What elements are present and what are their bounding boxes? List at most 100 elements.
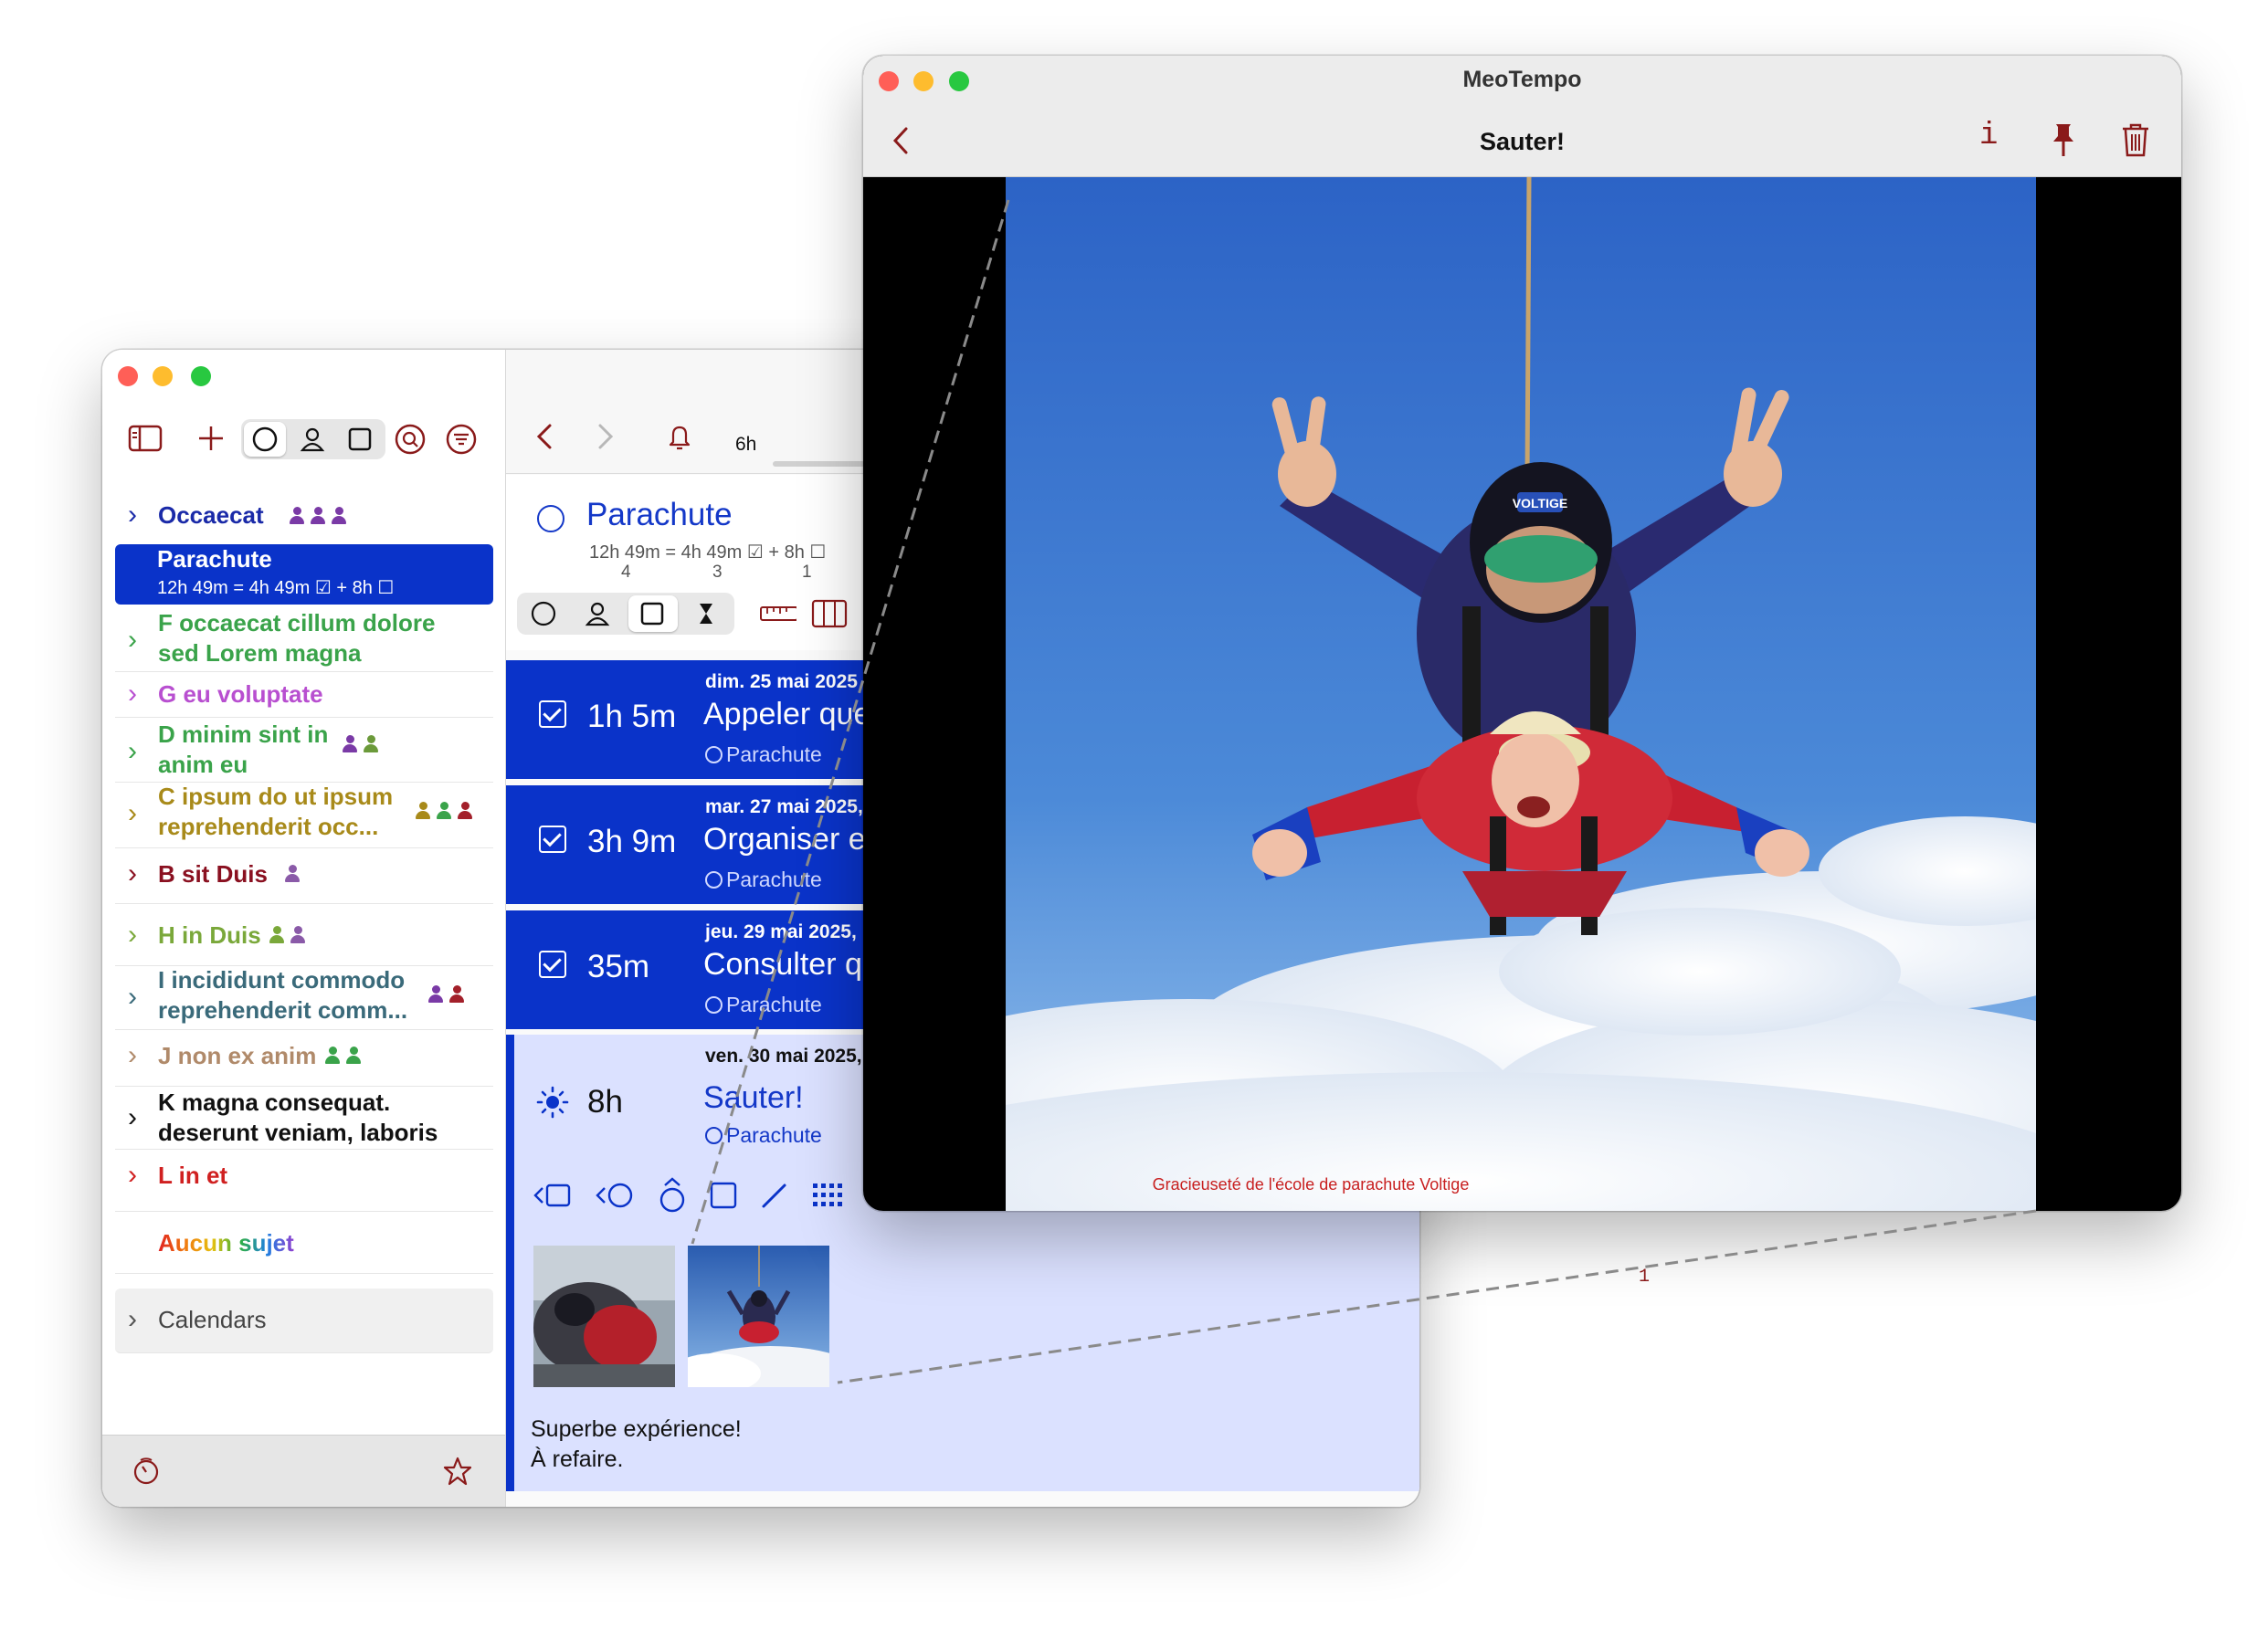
people-icons: [324, 1047, 362, 1065]
sidebar-item-f[interactable]: › F occaecat cillum dolore sed Lorem mag…: [115, 608, 493, 672]
columns-icon[interactable]: [811, 595, 848, 632]
info-button[interactable]: i: [1979, 119, 1998, 153]
chevron-right-icon[interactable]: ›: [128, 738, 137, 765]
connector-label: 1: [1639, 1267, 1650, 1288]
chevron-right-icon[interactable]: ›: [128, 501, 137, 529]
sidebar-item-d[interactable]: › D minim sint in anim eu: [115, 720, 493, 783]
sidebar-item-label-2: anim eu: [158, 751, 248, 778]
hourglass-icon[interactable]: [688, 595, 724, 632]
timer-icon[interactable]: [128, 1453, 164, 1489]
project-ring-icon: [705, 871, 723, 889]
circle-icon[interactable]: [525, 595, 562, 632]
sidebar-item-label-2: reprehenderit comm...: [158, 996, 408, 1024]
project-ring-icon: [705, 996, 723, 1014]
task-checkbox[interactable]: [539, 951, 566, 978]
sidebar-item-parachute[interactable]: Parachute 12h 49m = 4h 49m ☑ + 8h ☐: [115, 544, 493, 605]
task-project-label: Parachute: [726, 868, 822, 891]
task-date: mar. 27 mai 2025,: [705, 796, 863, 817]
chevron-right-icon[interactable]: ›: [128, 1306, 137, 1333]
sidebar-item-l[interactable]: › L in et: [115, 1149, 493, 1212]
person-icon: [415, 802, 431, 820]
view-segmented-control: [241, 419, 385, 459]
bell-icon[interactable]: [661, 418, 698, 455]
ruler-icon[interactable]: [760, 595, 796, 632]
zoom-window-button[interactable]: [191, 366, 211, 386]
forward-chevron-icon[interactable]: [587, 418, 624, 455]
task-date: ven. 30 mai 2025,: [705, 1046, 862, 1067]
trash-icon[interactable]: [2117, 121, 2154, 158]
back-chevron-icon[interactable]: [526, 418, 563, 455]
sidebar-item-h[interactable]: › H in Duis: [115, 909, 493, 966]
pencil-icon[interactable]: [759, 1180, 790, 1211]
task-project-label: Parachute: [726, 993, 822, 1016]
photo-image: VOLTIGE: [1006, 177, 2036, 1211]
sidebar-item-occaecat[interactable]: › Occaecat: [115, 494, 493, 540]
search-icon[interactable]: [392, 421, 428, 458]
add-icon[interactable]: [193, 420, 229, 457]
photo-nav-bar: Sauter! i: [863, 108, 2181, 177]
task-checkbox[interactable]: [539, 826, 566, 853]
photo-thumbnail-1[interactable]: [533, 1246, 675, 1387]
minimize-window-button[interactable]: [153, 366, 173, 386]
sidebar-item-label: K magna consequat.: [158, 1089, 391, 1116]
star-icon[interactable]: [439, 1453, 476, 1489]
chevron-right-icon[interactable]: ›: [128, 1162, 137, 1189]
task-project: Parachute: [705, 868, 822, 892]
photo-credit: Gracieuseté de l'école de parachute Volt…: [1152, 1175, 1470, 1194]
move-left-box-icon[interactable]: [533, 1181, 575, 1210]
type-segmented-control: [517, 593, 734, 635]
chevron-right-icon[interactable]: ›: [128, 680, 137, 708]
person-icon: [457, 802, 473, 820]
chevron-right-icon[interactable]: ›: [128, 860, 137, 888]
sidebar: › Occaecat Parachute 12h 49m = 4h 49m ☑ …: [102, 350, 506, 1507]
person-icon[interactable]: [579, 595, 616, 632]
chevron-right-icon[interactable]: ›: [128, 1104, 137, 1131]
task-duration: 1h 5m: [587, 699, 677, 734]
sidebar-item-label: Calendars: [158, 1306, 267, 1333]
people-icons: [415, 802, 473, 820]
pin-icon[interactable]: [2045, 121, 2082, 158]
sidebar-item-j[interactable]: › J non ex anim: [115, 1029, 493, 1087]
project-count-2: 3: [712, 563, 723, 582]
chevron-right-icon[interactable]: ›: [128, 984, 137, 1011]
chevron-right-icon[interactable]: ›: [128, 1042, 137, 1069]
move-left-circle-icon[interactable]: [595, 1181, 637, 1210]
sidebar-item-label-2: reprehenderit occ...: [158, 813, 379, 840]
sidebar-item-g[interactable]: › G eu voluptate: [115, 671, 493, 718]
square-icon[interactable]: [342, 421, 378, 458]
sidebar-item-sublabel: 12h 49m = 4h 49m ☑ + 8h ☐: [157, 578, 395, 598]
square-icon: [634, 595, 670, 632]
move-up-circle-icon[interactable]: [657, 1177, 688, 1214]
person-icon: [345, 1047, 362, 1065]
sidebar-item-label: F occaecat cillum dolore: [158, 609, 436, 636]
sidebar-item-calendars[interactable]: › Calendars: [115, 1289, 493, 1353]
sidebar-item-label: G eu voluptate: [158, 680, 323, 708]
filter-icon[interactable]: [443, 421, 480, 458]
project-status-circle[interactable]: [537, 505, 564, 532]
chevron-right-icon[interactable]: ›: [128, 921, 137, 949]
sidebar-item-i[interactable]: › I incididunt commodo reprehenderit com…: [115, 965, 493, 1030]
sidebar-item-label: D minim sint in: [158, 721, 329, 748]
sidebar-toggle-icon[interactable]: [127, 420, 164, 457]
grid-icon[interactable]: [810, 1180, 845, 1211]
task-project-label: Parachute: [726, 742, 822, 766]
chevron-right-icon[interactable]: ›: [128, 800, 137, 827]
chevron-right-icon[interactable]: ›: [128, 626, 137, 654]
square-outline-icon[interactable]: [708, 1180, 739, 1211]
task-title: Organiser et: [703, 822, 875, 857]
photo-thumbnail-2[interactable]: [688, 1246, 829, 1387]
person-icon: [284, 865, 301, 883]
sidebar-item-k[interactable]: › K magna consequat. deserunt veniam, la…: [115, 1086, 493, 1150]
close-window-button[interactable]: [118, 366, 138, 386]
sidebar-item-b[interactable]: › B sit Duis: [115, 847, 493, 904]
sidebar-item-aucun-sujet[interactable]: Aucun sujet: [115, 1211, 493, 1274]
project-ring-icon: [705, 1127, 723, 1144]
task-project: Parachute: [705, 993, 822, 1017]
task-checkbox[interactable]: [539, 700, 566, 728]
task-project: Parachute: [705, 1123, 822, 1148]
task-duration: 35m: [587, 949, 650, 984]
person-icon[interactable]: [294, 421, 331, 458]
sidebar-item-label: H in Duis: [158, 921, 261, 949]
people-icons: [427, 985, 465, 1004]
sidebar-item-c[interactable]: › C ipsum do ut ipsum reprehenderit occ.…: [115, 782, 493, 848]
